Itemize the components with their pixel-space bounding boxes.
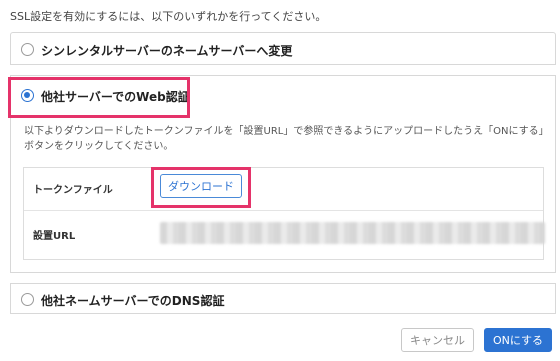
table-row-divider [24, 210, 543, 211]
install-url-value-redacted [160, 222, 545, 244]
install-url-label: 設置URL [33, 231, 76, 242]
highlight-web-auth [8, 77, 190, 118]
option-dns-auth-label: 他社ネームサーバーでのDNS認証 [41, 294, 225, 308]
token-file-label: トークンファイル [33, 185, 113, 196]
option-nameserver-change-label: シンレンタルサーバーのネームサーバーへ変更 [41, 44, 293, 58]
option-dns-auth[interactable]: 他社ネームサーバーでのDNS認証 [10, 283, 556, 314]
radio-nameserver-change[interactable] [21, 43, 34, 56]
radio-dns-auth[interactable] [21, 293, 34, 306]
highlight-download [151, 167, 251, 208]
cancel-button[interactable]: キャンセル [401, 328, 474, 352]
web-auth-description: 以下よりダウンロードしたトークンファイルを「設置URL」で参照できるようにアップ… [24, 126, 544, 152]
option-nameserver-change[interactable]: シンレンタルサーバーのネームサーバーへ変更 [10, 32, 556, 65]
intro-text: SSL設定を有効にするには、以下のいずれかを行ってください。 [10, 10, 327, 23]
on-button[interactable]: ONにする [484, 328, 552, 352]
